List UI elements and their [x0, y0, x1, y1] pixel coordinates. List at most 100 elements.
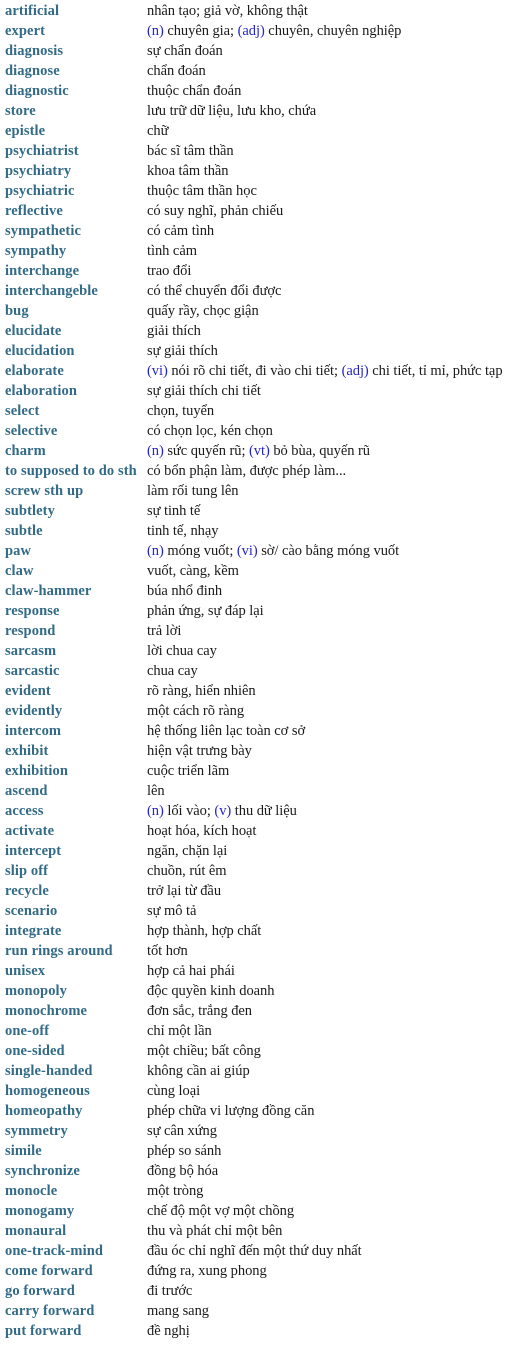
glossary-entry: one-sided một chiều; bất công — [0, 1041, 511, 1061]
glossary-entry: slip off chuồn, rút êm — [0, 861, 511, 881]
entry-term: to supposed to do sth — [5, 463, 137, 479]
entry-definition: (vi) nói rõ chi tiết, đi vào chi tiết; (… — [147, 363, 503, 379]
entry-definition: tình cảm — [147, 243, 197, 259]
entry-term: exhibit — [5, 743, 49, 759]
entry-definition: rõ ràng, hiển nhiên — [147, 683, 256, 699]
entry-term: epistle — [5, 123, 46, 139]
entry-term: go forward — [5, 1283, 75, 1299]
glossary-entry: intercept ngăn, chặn lại — [0, 841, 511, 861]
entry-term: elaboration — [5, 383, 77, 399]
entry-definition: lưu trữ dữ liệu, lưu kho, chứa — [147, 103, 317, 119]
entry-definition: độc quyền kinh doanh — [147, 983, 275, 999]
entry-term: monopoly — [5, 983, 68, 999]
entry-term: psychiatric — [5, 183, 75, 199]
glossary-entry: reflective có suy nghĩ, phản chiếu — [0, 201, 511, 221]
entry-term: carry forward — [5, 1303, 95, 1319]
glossary-entry: respond trả lời — [0, 621, 511, 641]
glossary-entry: put forward đề nghị — [0, 1321, 511, 1341]
entry-definition: đứng ra, xung phong — [147, 1263, 267, 1279]
entry-definition: một tròng — [147, 1183, 204, 1199]
glossary-entry: diagnostic thuộc chẩn đoán — [0, 81, 511, 101]
glossary-entry: diagnosis sự chẩn đoán — [0, 41, 511, 61]
entry-term: claw — [5, 563, 34, 579]
entry-term: interchangeble — [5, 283, 98, 299]
pos-marker: (n) — [147, 443, 164, 459]
pos-marker: (v) — [214, 803, 232, 819]
entry-term: interchange — [5, 263, 80, 279]
entry-definition: phép chữa vi lượng đồng căn — [147, 1103, 315, 1119]
glossary-entry: claw-hammer búa nhổ đinh — [0, 581, 511, 601]
glossary-entry: bug quấy rầy, chọc giận — [0, 301, 511, 321]
entry-term: monaural — [5, 1223, 67, 1239]
glossary-entry: monochrome đơn sắc, trắng đen — [0, 1001, 511, 1021]
entry-term: sympathetic — [5, 223, 82, 239]
entry-definition: (n) sức quyến rũ; (vt) bỏ bùa, quyến rũ — [147, 443, 370, 459]
glossary-entry: evident rõ ràng, hiển nhiên — [0, 681, 511, 701]
glossary-entry: expert (n) chuyên gia; (adj) chuyên, chuy… — [0, 21, 511, 41]
entry-term: expert — [5, 23, 46, 39]
entry-definition: sự chẩn đoán — [147, 43, 223, 59]
entry-term: respond — [5, 623, 56, 639]
entry-term: elucidation — [5, 343, 75, 359]
entry-definition: không cần ai giúp — [147, 1063, 250, 1079]
glossary-entry: epistle chữ — [0, 121, 511, 141]
entry-definition: búa nhổ đinh — [147, 583, 223, 599]
glossary-entry: recycle trở lại từ đầu — [0, 881, 511, 901]
entry-term: single-handed — [5, 1063, 93, 1079]
entry-term: claw-hammer — [5, 583, 92, 599]
glossary-entry: elucidate giải thích — [0, 321, 511, 341]
entry-definition: cuộc triển lãm — [147, 763, 230, 779]
entry-term: one-sided — [5, 1043, 65, 1059]
entry-term: synchronize — [5, 1163, 80, 1179]
entry-definition: hiện vật trưng bày — [147, 743, 252, 759]
entry-term: integrate — [5, 923, 62, 939]
glossary-entry: intercom hệ thống liên lạc toàn cơ sở — [0, 721, 511, 741]
entry-term: recycle — [5, 883, 49, 899]
pos-marker: (vi) — [147, 363, 168, 379]
entry-definition: quấy rầy, chọc giận — [147, 303, 259, 319]
entry-term: one-off — [5, 1023, 50, 1039]
entry-definition: chuồn, rút êm — [147, 863, 227, 879]
glossary-entry: select chọn, tuyển — [0, 401, 511, 421]
entry-definition: đơn sắc, trắng đen — [147, 1003, 253, 1019]
glossary-entry: exhibition cuộc triển lãm — [0, 761, 511, 781]
glossary-entry: sarcasm lời chua cay — [0, 641, 511, 661]
pos-marker: (n) — [147, 23, 164, 39]
entry-definition: cùng loại — [147, 1083, 201, 1099]
entry-definition: chữ — [147, 123, 169, 139]
entry-term: psychiatry — [5, 163, 72, 179]
glossary-entry: interchange trao đổi — [0, 261, 511, 281]
entry-definition: thuộc tâm thần học — [147, 183, 257, 199]
entry-term: psychiatrist — [5, 143, 79, 159]
glossary-entry: carry forward mang sang — [0, 1301, 511, 1321]
glossary-entry: sympathetic có cảm tình — [0, 221, 511, 241]
entry-term: exhibition — [5, 763, 69, 779]
glossary-entry: paw (n) móng vuốt; (vi) sờ/ cào bằng móng… — [0, 541, 511, 561]
entry-term: response — [5, 603, 60, 619]
entry-definition: chỉ một lần — [147, 1023, 212, 1039]
entry-term: symmetry — [5, 1123, 68, 1139]
glossary-entry: exhibit hiện vật trưng bày — [0, 741, 511, 761]
entry-definition: sự giải thích — [147, 343, 218, 359]
entry-term: put forward — [5, 1323, 82, 1339]
entry-definition: (n) lối vào; (v) thu dữ liệu — [147, 803, 297, 819]
glossary-entry: unisex hợp cả hai phái — [0, 961, 511, 981]
glossary-entry: go forward đi trước — [0, 1281, 511, 1301]
glossary-entry: monocle một tròng — [0, 1181, 511, 1201]
glossary-entry: monaural thu và phát chỉ một bên — [0, 1221, 511, 1241]
entry-definition: thuộc chẩn đoán — [147, 83, 242, 99]
pos-marker: (n) — [147, 803, 164, 819]
entry-definition: bác sĩ tâm thần — [147, 143, 234, 159]
glossary-entry: screw sth up làm rối tung lên — [0, 481, 511, 501]
pos-marker: (adj) — [237, 23, 265, 39]
entry-term: elaborate — [5, 363, 64, 379]
glossary-entry: synchronize đồng bộ hóa — [0, 1161, 511, 1181]
entry-term: intercom — [5, 723, 62, 739]
glossary-entry: charm (n) sức quyến rũ; (vt) bỏ bùa, quyế… — [0, 441, 511, 461]
entry-term: sympathy — [5, 243, 67, 259]
glossary-entry: one-off chỉ một lần — [0, 1021, 511, 1041]
entry-term: selective — [5, 423, 58, 439]
entry-term: sarcastic — [5, 663, 60, 679]
entry-term: evidently — [5, 703, 63, 719]
glossary-entry: sympathy tình cảm — [0, 241, 511, 261]
